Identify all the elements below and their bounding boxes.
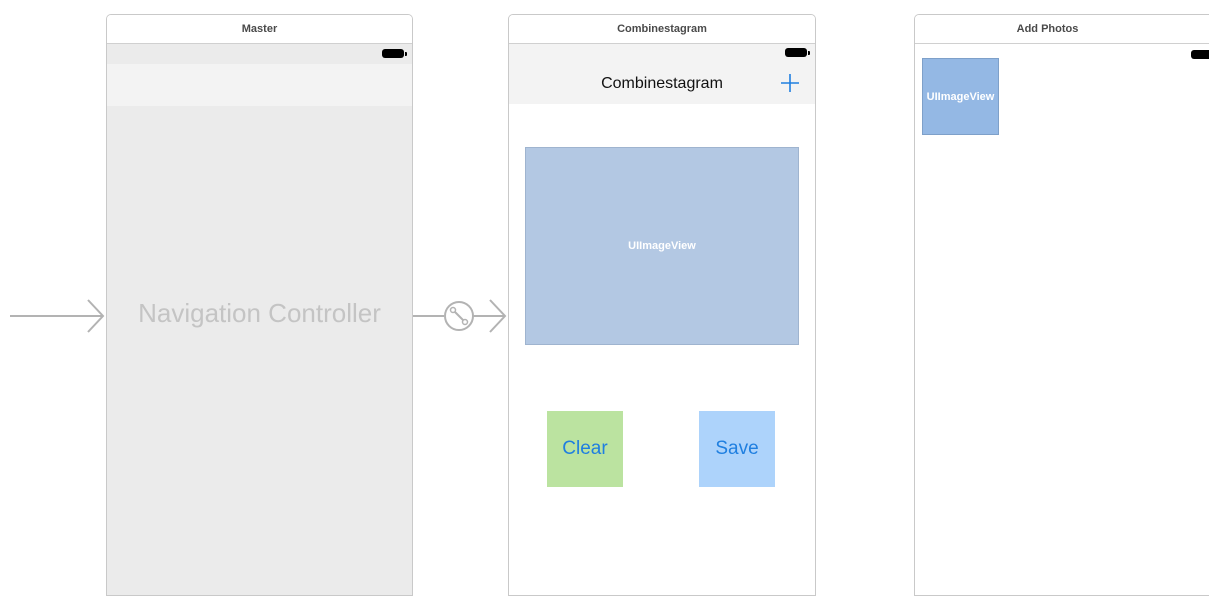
scene-master[interactable]: Master Navigation Controller (106, 14, 413, 596)
scene-header-add-photos-label: Add Photos (1016, 23, 1079, 35)
navigation-controller-label: Navigation Controller (138, 298, 381, 328)
battery-icon (1191, 50, 1209, 59)
save-button[interactable]: Save (699, 411, 775, 487)
status-bar (509, 44, 815, 64)
segue-relationship-icon[interactable] (413, 299, 507, 333)
plus-icon[interactable] (779, 72, 801, 94)
scene-combinestagram[interactable]: Combinestagram Combinestagram UIImageVie… (508, 14, 816, 596)
navigation-controller-body[interactable] (107, 106, 412, 595)
scene-header-combinestagram[interactable]: Combinestagram (509, 15, 815, 44)
battery-icon (382, 49, 407, 58)
image-preview[interactable]: UIImageView (525, 147, 799, 345)
entry-point-arrow-icon[interactable] (10, 299, 105, 333)
photo-thumbnail[interactable]: UIImageView (922, 58, 999, 135)
scene-add-photos[interactable]: Add Photos UIImageView (914, 14, 1209, 596)
navigation-bar: Combinestagram (509, 64, 815, 104)
scene-header-add-photos[interactable]: Add Photos (915, 15, 1209, 44)
scene-header-master[interactable]: Master (107, 15, 412, 44)
clear-button[interactable]: Clear (547, 411, 623, 487)
navigation-bar (107, 64, 412, 106)
battery-icon (785, 48, 810, 57)
status-bar (107, 44, 412, 64)
nav-title: Combinestagram (601, 75, 723, 92)
